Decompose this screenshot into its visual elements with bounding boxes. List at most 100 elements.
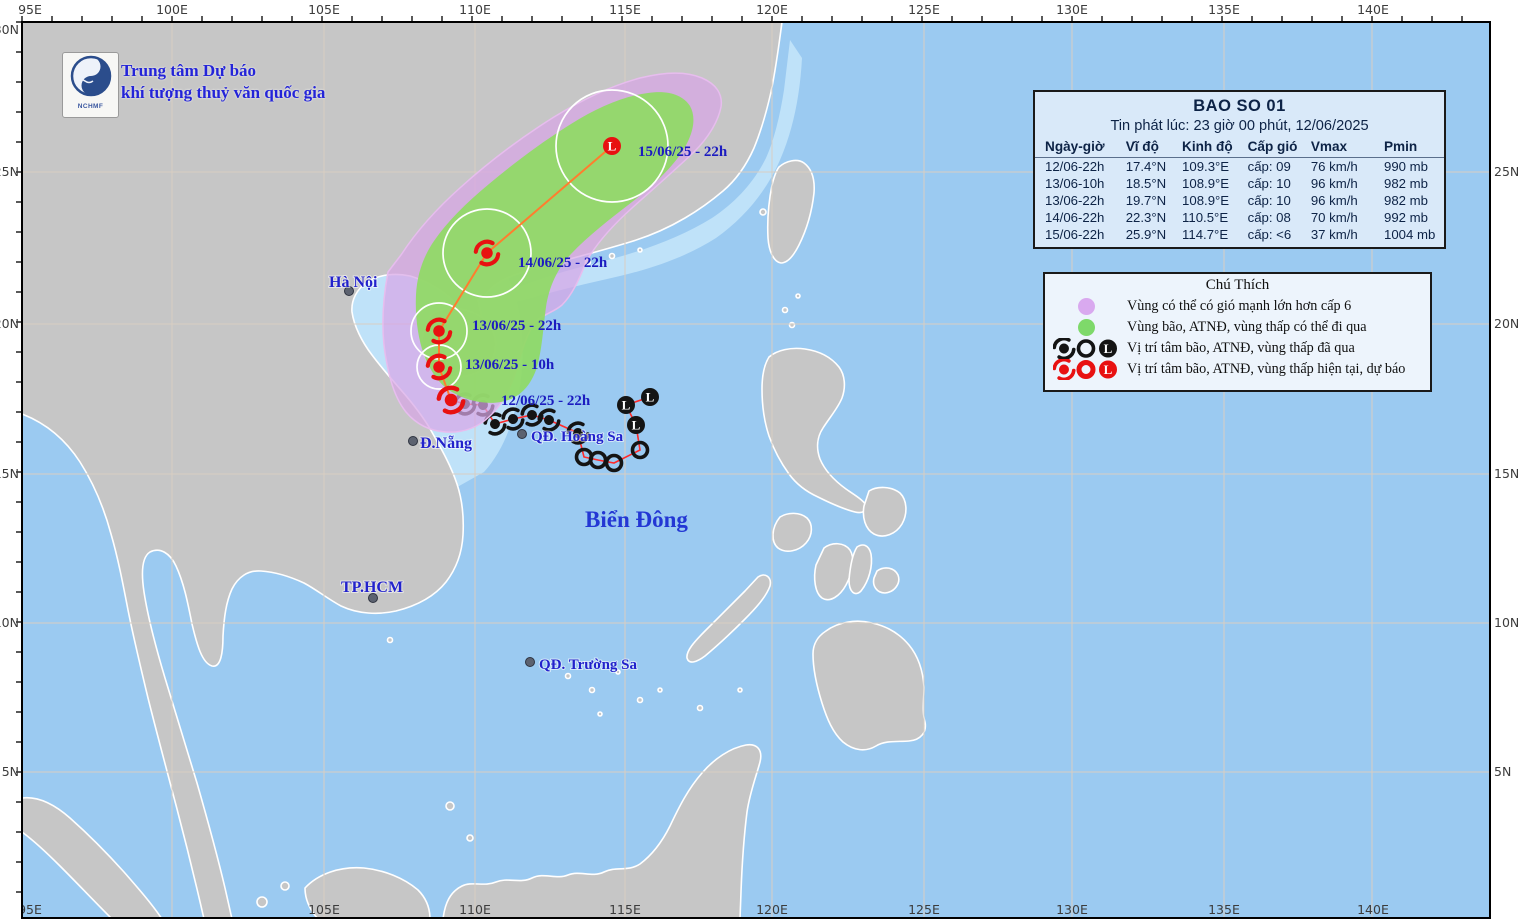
axis-label-bottom: 125E: [908, 902, 940, 917]
city-label: QĐ. Trường Sa: [539, 657, 638, 673]
table-cell: 96 km/h: [1310, 193, 1358, 208]
axis-label-bottom: 115E: [609, 902, 641, 917]
axis-label-right: 5N: [1494, 764, 1511, 779]
table-cell: 982 mb: [1383, 193, 1428, 208]
table-cell: 70 km/h: [1310, 210, 1358, 225]
axis-label-top: 110E: [459, 2, 491, 17]
table-cell: 982 mb: [1383, 176, 1428, 191]
nchmf-logo: NCHMF: [62, 52, 119, 118]
table-cell: 992 mb: [1383, 210, 1428, 225]
table-cell: 15/06-22h: [1045, 227, 1105, 242]
city-label: TP.HCM: [341, 579, 403, 596]
axis-label-left: 30N: [0, 22, 19, 37]
city-marker: [517, 429, 527, 439]
table-cell: cấp: 10: [1247, 193, 1291, 208]
table-cell: 25.9°N: [1125, 227, 1167, 242]
table-cell: 37 km/h: [1310, 227, 1358, 242]
table-cell: 18.5°N: [1125, 176, 1167, 191]
table-cell: 12/06-22h: [1045, 159, 1105, 174]
agency-line1: Trung tâm Dự báo: [121, 61, 257, 80]
table-cell: cấp: <6: [1247, 227, 1292, 242]
table-cell: cấp: 09: [1247, 159, 1291, 174]
table-cell: 14/06-22h: [1045, 210, 1105, 225]
table-column-header: Kinh độ: [1180, 137, 1246, 158]
storm-forecast-app: L: [0, 0, 1519, 919]
legend-item: Vị trí tâm bão, ATNĐ, vùng thấp đã qua: [1045, 338, 1430, 359]
table-row: 14/06-22h 22.3°N 110.5°E cấp: 08 70 km/h 992 …: [1035, 209, 1444, 226]
city-label: Đ.Nẵng: [420, 435, 472, 452]
bulletin-table: BAO SO 01 Tin phát lúc: 23 giờ 00 phút, …: [1033, 90, 1446, 249]
table-cell: 96 km/h: [1310, 176, 1358, 191]
table-cell: 990 mb: [1383, 159, 1428, 174]
legend-item-label: Vị trí tâm bão, ATNĐ, vùng thấp đã qua: [1127, 340, 1355, 356]
table-cell: 109.3°E: [1182, 159, 1230, 174]
legend: Chú Thích Vùng có thể có gió mạnh lớn hơ…: [1043, 272, 1432, 392]
past-position-low-icon: [627, 416, 645, 434]
past-position-low-icon: [617, 396, 635, 414]
table-cell: 114.7°E: [1182, 227, 1229, 242]
table-cell: 110.5°E: [1182, 210, 1229, 225]
legend-item: Vùng bão, ATNĐ, vùng thấp có thể đi qua: [1045, 317, 1430, 338]
legend-item-label: Vị trí tâm bão, ATNĐ, vùng thấp hiện tại…: [1127, 361, 1406, 377]
axis-label-left: 10N: [0, 615, 19, 630]
city-label: QĐ. Hoàng Sa: [531, 429, 624, 445]
axis-label-top: 120E: [756, 2, 788, 17]
table-cell: cấp: 10: [1247, 176, 1291, 191]
past-symbols-icon: [1053, 338, 1117, 359]
city-marker: [408, 436, 418, 446]
track-time-label: 13/06/25 - 22h: [472, 318, 562, 334]
axis-label-top: 105E: [308, 2, 340, 17]
track-time-label: 15/06/25 - 22h: [638, 144, 728, 160]
table-cell: 1004 mb: [1383, 227, 1436, 242]
axis-label-bottom: 110E: [459, 902, 491, 917]
axis-label-right: 20N: [1494, 316, 1519, 331]
axis-label-left: 25N: [0, 164, 19, 179]
table-cell: cấp: 08: [1247, 210, 1291, 225]
table-column-header: Ngày-giờ: [1035, 137, 1124, 158]
bohol-island: [872, 567, 900, 594]
forecast-symbols-icon: [1053, 359, 1117, 380]
axis-label-left: 15N: [0, 466, 19, 481]
table-column-header: Vmax: [1308, 137, 1382, 158]
forecast-data-table: Ngày-giờ Vĩ độ Kinh độ Cấp gió Vmax Pmin 12/0…: [1035, 137, 1444, 243]
legend-icon-cell: [1045, 298, 1127, 315]
axis-label-right: 25N: [1494, 164, 1519, 179]
agency-line2: khí tượng thuỷ văn quốc gia: [121, 83, 326, 102]
forecast-position-low-icon: [603, 137, 621, 155]
bulletin-issued: Tin phát lúc: 23 giờ 00 phút, 12/06/2025: [1110, 118, 1369, 134]
sea-name-label: Biển Đông: [585, 507, 688, 532]
table-cell: 13/06-22h: [1045, 193, 1105, 208]
axis-label-top: 100E: [156, 2, 188, 17]
track-time-label: 14/06/25 - 22h: [518, 255, 608, 271]
legend-item-label: Vùng có thể có gió mạnh lớn hơn cấp 6: [1127, 298, 1352, 314]
table-cell: 108.9°E: [1182, 193, 1230, 208]
table-row: 15/06-22h 25.9°N 114.7°E cấp: <6 37 km/h 1004…: [1035, 226, 1444, 243]
table-row: 13/06-10h 18.5°N 108.9°E cấp: 10 96 km/h 982 …: [1035, 175, 1444, 192]
axis-label-bottom: 135E: [1208, 902, 1240, 917]
axis-label-bottom: 105E: [308, 902, 340, 917]
axis-label-bottom: 120E: [756, 902, 788, 917]
legend-item-label: Vùng bão, ATNĐ, vùng thấp có thể đi qua: [1127, 319, 1367, 335]
track-time-label: 13/06/25 - 10h: [465, 357, 555, 373]
table-column-header: Cấp gió: [1245, 137, 1309, 158]
city-marker: [525, 657, 535, 667]
axis-label-left: 5N: [2, 764, 19, 779]
nchmf-logo-text: NCHMF: [77, 103, 104, 110]
axis-label-bottom: 130E: [1056, 902, 1088, 917]
legend-icon-cell: [1045, 319, 1127, 336]
city-label: Hà Nội: [329, 274, 378, 291]
axis-label-top: 115E: [609, 2, 641, 17]
axis-label-right: 15N: [1494, 466, 1519, 481]
axis-label-top: 140E: [1357, 2, 1389, 17]
table-row: 12/06-22h 17.4°N 109.3°E cấp: 09 76 km/h 990 …: [1035, 158, 1444, 176]
axis-label-bottom: 140E: [1357, 902, 1389, 917]
axis-label-top: 135E: [1208, 2, 1240, 17]
legend-item: Vị trí tâm bão, ATNĐ, vùng thấp hiện tại…: [1045, 359, 1430, 380]
bulletin-title: BAO SO 01: [1193, 97, 1286, 115]
table-cell: 76 km/h: [1310, 159, 1358, 174]
axis-label-top: 125E: [908, 2, 940, 17]
purple-area-icon: [1077, 298, 1095, 315]
table-cell: 17.4°N: [1125, 159, 1167, 174]
legend-icon-cell: [1045, 338, 1127, 359]
past-position-low-icon: [641, 388, 659, 406]
